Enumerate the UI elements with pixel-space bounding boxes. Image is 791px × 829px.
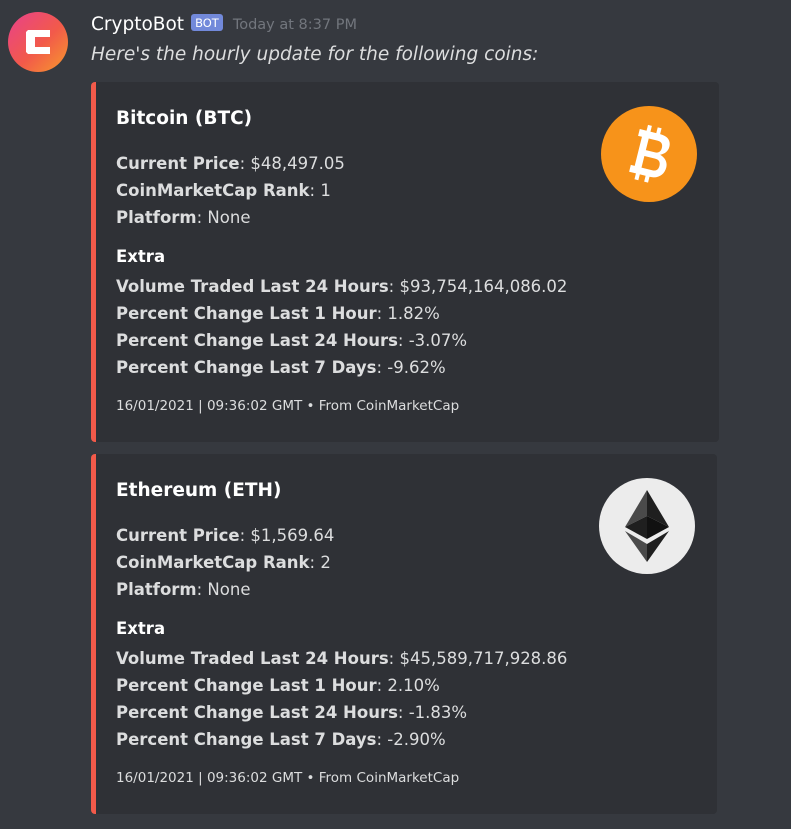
field-current-price: Current Price: $1,569.64: [116, 526, 334, 545]
field-value: : $93,754,164,086.02: [388, 277, 568, 296]
field-label: CoinMarketCap Rank: [116, 181, 310, 200]
field-change-24h: Percent Change Last 24 Hours: -3.07%: [116, 331, 467, 350]
field-cmc-rank: CoinMarketCap Rank: 2: [116, 553, 331, 572]
field-value: : -1.83%: [397, 703, 468, 722]
extra-heading: Extra: [116, 247, 166, 266]
field-value: : -3.07%: [397, 331, 468, 350]
crypto-bot-logo-icon: [26, 30, 50, 54]
field-current-price: Current Price: $48,497.05: [116, 154, 345, 173]
field-value: : $45,589,717,928.86: [388, 649, 568, 668]
bot-avatar[interactable]: [8, 12, 68, 72]
field-label: Percent Change Last 7 Days: [116, 730, 377, 749]
field-change-1h: Percent Change Last 1 Hour: 2.10%: [116, 676, 440, 695]
ethereum-icon: [599, 478, 695, 574]
message-header: CryptoBot BOT Today at 8:37 PM: [91, 11, 357, 37]
field-label: Volume Traded Last 24 Hours: [116, 649, 389, 668]
bot-badge: BOT: [191, 13, 223, 31]
field-value: : 2.10%: [376, 676, 440, 695]
field-value: : 2: [309, 553, 331, 572]
field-value: : 1.82%: [376, 304, 440, 323]
field-change-24h: Percent Change Last 24 Hours: -1.83%: [116, 703, 467, 722]
field-value: : -2.90%: [376, 730, 446, 749]
message-timestamp: Today at 8:37 PM: [232, 17, 357, 33]
field-value: : 1: [309, 181, 331, 200]
field-value: : $48,497.05: [239, 154, 345, 173]
field-label: Percent Change Last 1 Hour: [116, 676, 377, 695]
field-value: : None: [196, 580, 251, 599]
field-label: Volume Traded Last 24 Hours: [116, 277, 389, 296]
embed-title: Ethereum (ETH): [116, 480, 282, 501]
field-value: : None: [196, 208, 251, 227]
embed-footer: 16/01/2021 | 09:36:02 GMT • From CoinMar…: [116, 398, 460, 414]
field-volume-24h: Volume Traded Last 24 Hours: $45,589,717…: [116, 649, 567, 668]
field-label: Current Price: [116, 154, 240, 173]
username[interactable]: CryptoBot: [91, 14, 184, 35]
embed-title: Bitcoin (BTC): [116, 108, 253, 129]
field-label: Platform: [116, 208, 197, 227]
message-text: Here's the hourly update for the followi…: [91, 44, 539, 65]
field-platform: Platform: None: [116, 580, 250, 599]
field-label: Percent Change Last 7 Days: [116, 358, 377, 377]
bitcoin-icon: [601, 106, 697, 202]
field-change-1h: Percent Change Last 1 Hour: 1.82%: [116, 304, 440, 323]
field-label: Percent Change Last 24 Hours: [116, 331, 398, 350]
field-cmc-rank: CoinMarketCap Rank: 1: [116, 181, 331, 200]
extra-heading: Extra: [116, 619, 166, 638]
field-value: : -9.62%: [376, 358, 446, 377]
field-label: Current Price: [116, 526, 240, 545]
field-label: Percent Change Last 1 Hour: [116, 304, 377, 323]
ethereum-thumbnail[interactable]: [599, 478, 695, 574]
field-platform: Platform: None: [116, 208, 250, 227]
field-label: Percent Change Last 24 Hours: [116, 703, 398, 722]
field-label: Platform: [116, 580, 197, 599]
field-volume-24h: Volume Traded Last 24 Hours: $93,754,164…: [116, 277, 567, 296]
field-value: : $1,569.64: [239, 526, 335, 545]
embed-footer: 16/01/2021 | 09:36:02 GMT • From CoinMar…: [116, 770, 460, 786]
embed-ethereum: Ethereum (ETH) Current Price: $1,569.64 …: [91, 454, 717, 814]
embed-bitcoin: Bitcoin (BTC) Current Price: $48,497.05 …: [91, 82, 719, 442]
field-change-7d: Percent Change Last 7 Days: -2.90%: [116, 730, 446, 749]
field-change-7d: Percent Change Last 7 Days: -9.62%: [116, 358, 446, 377]
field-label: CoinMarketCap Rank: [116, 553, 310, 572]
bitcoin-thumbnail[interactable]: [601, 106, 697, 202]
